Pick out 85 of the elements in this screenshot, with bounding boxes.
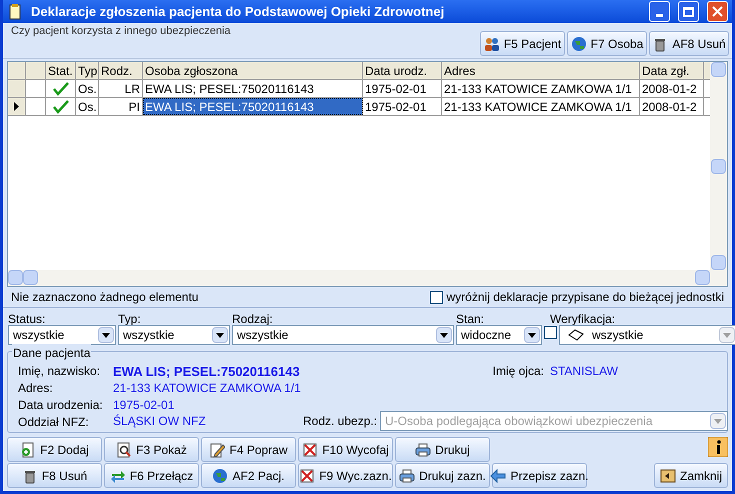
table-cell: Os. bbox=[76, 80, 99, 97]
window-title: Deklaracje zgłoszenia pacjenta do Podstawowej Opieki Zdrowotnej bbox=[31, 2, 446, 21]
people-icon bbox=[484, 36, 500, 52]
column-header[interactable]: Data zgł. bbox=[640, 62, 704, 79]
column-header[interactable]: Adres bbox=[442, 62, 640, 79]
panel-title: Dane pacjenta bbox=[12, 344, 92, 362]
column-header[interactable]: Data urodz. bbox=[363, 62, 442, 79]
field-label: Adres: bbox=[18, 380, 54, 395]
filter-label: Typ: bbox=[118, 311, 142, 325]
field-label: Data urodzenia: bbox=[18, 397, 104, 412]
row-pointer-icon bbox=[14, 102, 19, 111]
table-cell: EWA LIS; PESEL:75020116143 bbox=[143, 98, 363, 115]
dropdown[interactable]: wszystkie bbox=[118, 325, 230, 345]
close-button[interactable] bbox=[707, 1, 728, 22]
add-document-icon bbox=[20, 442, 36, 458]
field-value: ŚLĄSKI OW NFZ bbox=[113, 413, 207, 430]
toolbar-button[interactable]: F9 Wyc.zazn. bbox=[298, 463, 393, 488]
toolbar-button[interactable]: F7 Osoba bbox=[567, 31, 647, 56]
exit-icon bbox=[660, 468, 676, 484]
column-header[interactable]: Osoba zgłoszona bbox=[143, 62, 363, 79]
checkbox[interactable] bbox=[544, 326, 557, 339]
dropdown[interactable]: widoczne bbox=[456, 325, 542, 345]
toolbar-button[interactable]: F8 Usuń bbox=[7, 463, 102, 488]
toolbar-button[interactable]: AF2 Pacj. bbox=[201, 463, 296, 488]
checkbox[interactable] bbox=[430, 290, 443, 304]
cancel-document-icon bbox=[302, 442, 318, 458]
table-cell: EWA LIS; PESEL:75020116143 bbox=[143, 80, 363, 97]
toolbar-button[interactable]: F5 Pacjent bbox=[480, 31, 565, 56]
field-value: 21-133 KATOWICE ZAMKOWA 1/1 bbox=[113, 380, 302, 395]
printer-icon bbox=[399, 468, 416, 484]
table-cell: 21-133 KATOWICE ZAMKOWA 1/1 bbox=[442, 98, 640, 115]
table-cell: 1975-02-01 bbox=[363, 80, 442, 97]
dropdown[interactable]: wszystkie bbox=[559, 325, 735, 345]
maximize-button[interactable] bbox=[678, 1, 699, 22]
toolbar-button[interactable]: F6 Przełącz bbox=[104, 463, 199, 488]
maximize-icon bbox=[683, 6, 694, 16]
filter-label: Weryfikacja: bbox=[549, 311, 616, 325]
field-label: Rodz. ubezp.: bbox=[303, 413, 378, 430]
table-cell: 2008-01-2 bbox=[640, 80, 704, 97]
notepad-icon bbox=[7, 4, 23, 20]
minimize-button[interactable] bbox=[649, 1, 670, 22]
table-cell: 2008-01-2 bbox=[640, 98, 704, 115]
printer-icon bbox=[415, 442, 432, 458]
field-value: 1975-02-01 bbox=[113, 397, 176, 412]
dropdown[interactable]: wszystkie bbox=[232, 325, 454, 345]
filter-label: Status: bbox=[8, 311, 46, 325]
column-header[interactable]: Typ bbox=[76, 62, 99, 79]
toolbar-button[interactable]: Przepisz zazn. bbox=[492, 463, 587, 488]
horizontal-scrollbar[interactable] bbox=[8, 270, 727, 286]
filter-label: Rodzaj: bbox=[232, 311, 274, 325]
vertical-scrollbar[interactable] bbox=[710, 62, 727, 270]
filter-label: Stan: bbox=[456, 311, 486, 325]
table-cell: 21-133 KATOWICE ZAMKOWA 1/1 bbox=[442, 80, 640, 97]
group-label: Czy pacjent korzysta z innego ubezpieczenia bbox=[11, 24, 231, 39]
table-cell: Os. bbox=[76, 98, 99, 115]
toolbar-button[interactable]: Drukuj zazn. bbox=[395, 463, 490, 488]
pencil-document-icon bbox=[209, 442, 226, 458]
field-label: Imię ojca: bbox=[492, 363, 544, 378]
field-value: STANISLAW bbox=[550, 363, 618, 378]
close-icon bbox=[712, 6, 723, 17]
status-message: Nie zaznaczono żadnego elementu bbox=[11, 289, 198, 306]
table-cell: 1975-02-01 bbox=[363, 98, 442, 115]
field-label: Imię, nazwisko: bbox=[18, 363, 102, 378]
table-cell: LR bbox=[99, 80, 143, 97]
dropdown[interactable]: wszystkie bbox=[8, 325, 116, 345]
toolbar-button[interactable]: F3 Pokaż bbox=[104, 437, 199, 462]
globe-icon bbox=[212, 468, 228, 484]
toolbar-button[interactable]: Drukuj bbox=[395, 437, 490, 462]
field-value: EWA LIS; PESEL:75020116143 bbox=[113, 363, 300, 378]
globe-icon bbox=[570, 36, 587, 52]
toolbar-button[interactable]: F2 Dodaj bbox=[7, 437, 102, 462]
info-icon[interactable] bbox=[708, 437, 728, 457]
left-arrow-icon bbox=[490, 468, 506, 484]
minimize-icon bbox=[656, 14, 663, 17]
magnifier-document-icon bbox=[116, 442, 132, 458]
row-selector[interactable] bbox=[8, 98, 26, 115]
column-header[interactable]: Rodz. bbox=[99, 62, 143, 79]
field-label: Oddział NFZ: bbox=[18, 414, 90, 429]
toolbar-button[interactable]: AF8 Usuń bbox=[649, 31, 729, 56]
close-dialog-button[interactable]: Zamknij bbox=[654, 463, 728, 488]
toolbar-button[interactable]: F4 Popraw bbox=[201, 437, 296, 462]
cancel-document-icon bbox=[299, 468, 316, 484]
toolbar-button[interactable]: F10 Wycofaj bbox=[298, 437, 393, 462]
column-header[interactable]: Stat. bbox=[46, 62, 76, 79]
checkbox-label: wyróżnij deklaracje przypisane do bieżącej jednostki bbox=[446, 289, 724, 306]
